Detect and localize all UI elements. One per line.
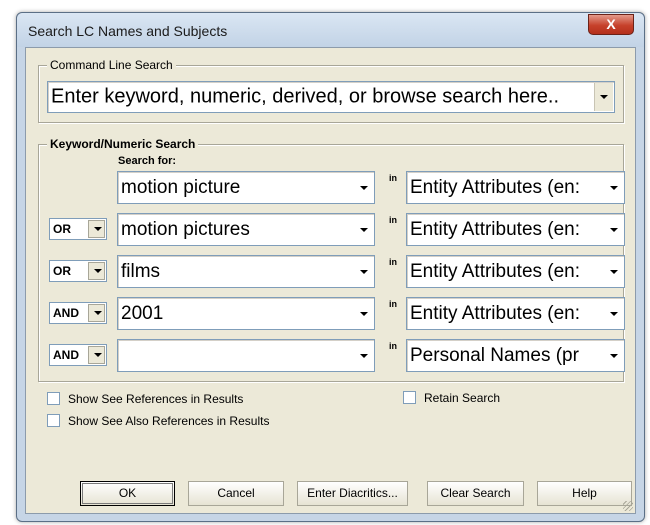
search-field-value[interactable]: Entity Attributes (en: <box>410 219 600 241</box>
chevron-down-icon[interactable] <box>605 299 623 328</box>
chevron-down-icon[interactable] <box>88 220 105 238</box>
show-see-also-refs-label[interactable]: Show See Also References in Results <box>68 414 269 428</box>
operator-select-3[interactable]: OR <box>49 260 107 282</box>
search-dialog: Search LC Names and Subjects X Command L… <box>16 12 645 522</box>
checkbox-box[interactable] <box>47 414 60 427</box>
checkbox-box[interactable] <box>47 392 60 405</box>
in-label: in <box>389 299 397 309</box>
search-term-value[interactable]: motion pictures <box>121 219 350 241</box>
operator-value[interactable]: AND <box>53 348 79 362</box>
command-line-group: Command Line Search Enter keyword, numer… <box>38 58 624 123</box>
chevron-down-icon[interactable] <box>88 346 105 364</box>
search-term-value[interactable]: films <box>121 261 350 283</box>
show-see-also-refs-checkbox[interactable]: Show See Also References in Results <box>47 414 269 428</box>
show-see-refs-label[interactable]: Show See References in Results <box>68 392 243 406</box>
chevron-down-icon[interactable] <box>355 215 373 244</box>
search-field-value[interactable]: Entity Attributes (en: <box>410 261 600 283</box>
chevron-down-icon[interactable] <box>594 83 613 111</box>
search-term-value[interactable]: 2001 <box>121 303 350 325</box>
help-button[interactable]: Help <box>537 481 632 506</box>
chevron-down-icon[interactable] <box>88 304 105 322</box>
operator-select-4[interactable]: AND <box>49 302 107 324</box>
window-title: Search LC Names and Subjects <box>28 23 228 39</box>
close-button[interactable]: X <box>588 14 634 35</box>
search-field-combo-3[interactable]: Entity Attributes (en: <box>406 255 625 288</box>
operator-select-5[interactable]: AND <box>49 344 107 366</box>
chevron-down-icon[interactable] <box>605 173 623 202</box>
chevron-down-icon[interactable] <box>605 215 623 244</box>
chevron-down-icon[interactable] <box>355 341 373 370</box>
in-label: in <box>389 341 397 351</box>
search-for-label: Search for: <box>118 155 177 167</box>
chevron-down-icon[interactable] <box>355 173 373 202</box>
search-field-value[interactable]: Entity Attributes (en: <box>410 177 600 199</box>
chevron-down-icon[interactable] <box>88 262 105 280</box>
chevron-down-icon[interactable] <box>355 257 373 286</box>
command-line-input[interactable]: Enter keyword, numeric, derived, or brow… <box>51 86 590 109</box>
in-label: in <box>389 257 397 267</box>
enter-diacritics-button[interactable]: Enter Diacritics... <box>297 481 408 506</box>
title-bar: Search LC Names and Subjects X <box>17 13 644 47</box>
search-field-combo-4[interactable]: Entity Attributes (en: <box>406 297 625 330</box>
search-field-value[interactable]: Personal Names (pr <box>410 345 600 367</box>
search-term-combo-1[interactable]: motion picture <box>117 171 375 204</box>
clear-search-button[interactable]: Clear Search <box>427 481 524 506</box>
in-label: in <box>389 215 397 225</box>
chevron-down-icon[interactable] <box>605 341 623 370</box>
search-field-combo-5[interactable]: Personal Names (pr <box>406 339 625 372</box>
search-field-combo-1[interactable]: Entity Attributes (en: <box>406 171 625 204</box>
keyword-search-group: Keyword/Numeric Search Search for: motio… <box>38 137 625 382</box>
chevron-down-icon[interactable] <box>355 299 373 328</box>
search-term-combo-3[interactable]: films <box>117 255 375 288</box>
operator-value[interactable]: OR <box>53 222 71 236</box>
dialog-body: Command Line Search Enter keyword, numer… <box>25 47 636 514</box>
operator-value[interactable]: AND <box>53 306 79 320</box>
search-term-value[interactable]: motion picture <box>121 177 350 199</box>
operator-select-2[interactable]: OR <box>49 218 107 240</box>
keyword-search-legend: Keyword/Numeric Search <box>47 137 199 151</box>
resize-grip[interactable] <box>623 501 633 511</box>
command-line-legend: Command Line Search <box>47 58 176 72</box>
search-term-combo-2[interactable]: motion pictures <box>117 213 375 246</box>
search-term-combo-5[interactable] <box>117 339 375 372</box>
retain-search-label[interactable]: Retain Search <box>424 391 500 405</box>
cancel-button[interactable]: Cancel <box>188 481 284 506</box>
chevron-down-icon[interactable] <box>605 257 623 286</box>
in-label: in <box>389 173 397 183</box>
operator-value[interactable]: OR <box>53 264 71 278</box>
search-field-combo-2[interactable]: Entity Attributes (en: <box>406 213 625 246</box>
search-field-value[interactable]: Entity Attributes (en: <box>410 303 600 325</box>
search-term-combo-4[interactable]: 2001 <box>117 297 375 330</box>
show-see-refs-checkbox[interactable]: Show See References in Results <box>47 392 243 406</box>
checkbox-box[interactable] <box>403 391 416 404</box>
retain-search-checkbox[interactable]: Retain Search <box>403 391 500 405</box>
ok-button[interactable]: OK <box>80 481 175 506</box>
command-line-combo[interactable]: Enter keyword, numeric, derived, or brow… <box>47 81 615 113</box>
